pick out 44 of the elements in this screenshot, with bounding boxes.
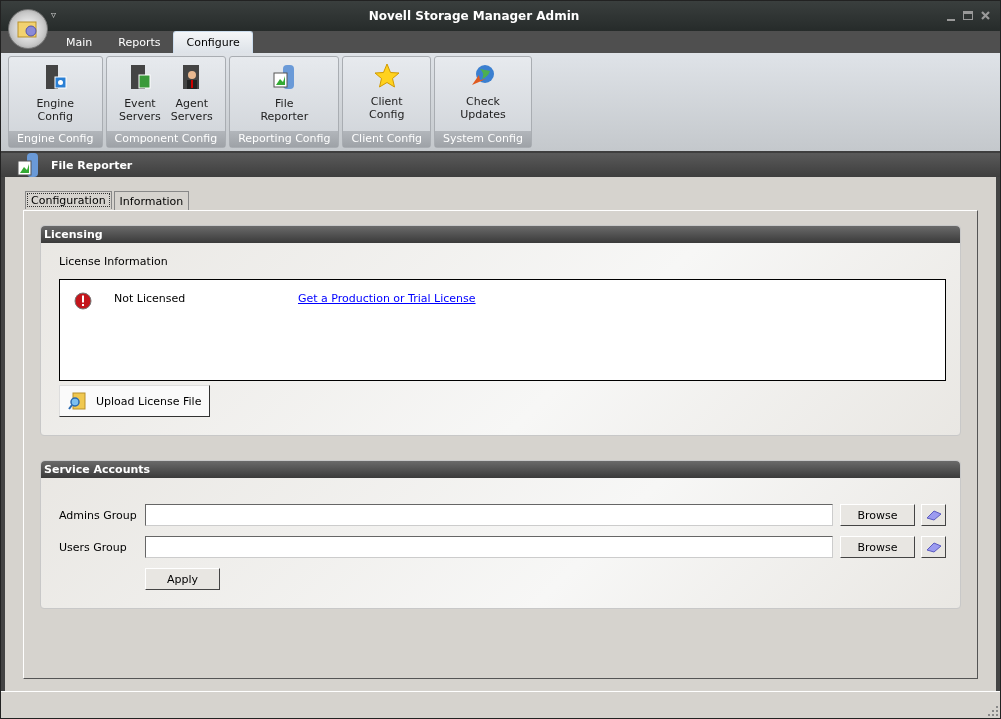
group-label: System Config — [435, 131, 531, 147]
chart-database-icon — [15, 151, 41, 179]
eraser-icon — [925, 541, 942, 553]
ribbon-tab[interactable]: Configure — [173, 31, 253, 53]
group-label: Client Config — [343, 131, 431, 147]
ribbon-button[interactable]: Agent Servers — [167, 57, 216, 131]
content-tab[interactable]: Information — [113, 191, 190, 210]
group-label: Engine Config — [9, 131, 102, 147]
eraser-icon — [925, 509, 942, 521]
maximize-icon[interactable] — [963, 11, 973, 20]
browse-button[interactable]: Browse — [840, 536, 915, 558]
group-label: Reporting Config — [230, 131, 339, 147]
resize-grip-icon[interactable] — [988, 706, 998, 716]
section-header: Licensing — [41, 226, 960, 243]
browse-button[interactable]: Browse — [840, 504, 915, 526]
quick-access-menu[interactable]: ▿ — [51, 9, 57, 20]
folder-search-icon — [68, 392, 86, 410]
star-icon — [373, 63, 400, 89]
clear-button[interactable] — [921, 504, 946, 526]
ribbon-button[interactable]: Engine Config — [33, 57, 78, 131]
group-label: Component Config — [106, 131, 226, 147]
error-icon — [74, 292, 92, 310]
upload-license-button[interactable]: Upload License File — [59, 385, 211, 417]
ribbon-button[interactable]: Client Config — [366, 57, 408, 131]
input-field[interactable] — [145, 504, 833, 526]
ribbon-tab[interactable]: Reports — [105, 31, 174, 53]
ribbon-button[interactable]: Check Updates — [457, 57, 509, 131]
field-label: Users Group — [59, 540, 128, 554]
section-subtitle: License Information — [59, 255, 169, 268]
page-title: File Reporter — [51, 158, 133, 172]
ribbon-button[interactable]: File Reporter — [257, 57, 312, 131]
input-field[interactable] — [145, 536, 833, 558]
ribbon-button[interactable]: Event Servers — [116, 57, 164, 131]
license-link[interactable]: Get a Production or Trial License — [298, 292, 476, 305]
field-label: Admins Group — [59, 508, 138, 522]
section-header: Service Accounts — [41, 461, 960, 478]
clear-button[interactable] — [921, 536, 946, 558]
close-icon[interactable] — [981, 11, 990, 20]
ribbon-tab[interactable]: Main — [53, 31, 106, 53]
license-status: Not Licensed — [114, 292, 187, 305]
application-menu-button[interactable] — [8, 9, 48, 49]
apply-button[interactable]: Apply — [145, 568, 220, 590]
window-title: Novell Storage Manager Admin — [368, 9, 580, 23]
content-tab[interactable]: Configuration — [25, 191, 112, 209]
